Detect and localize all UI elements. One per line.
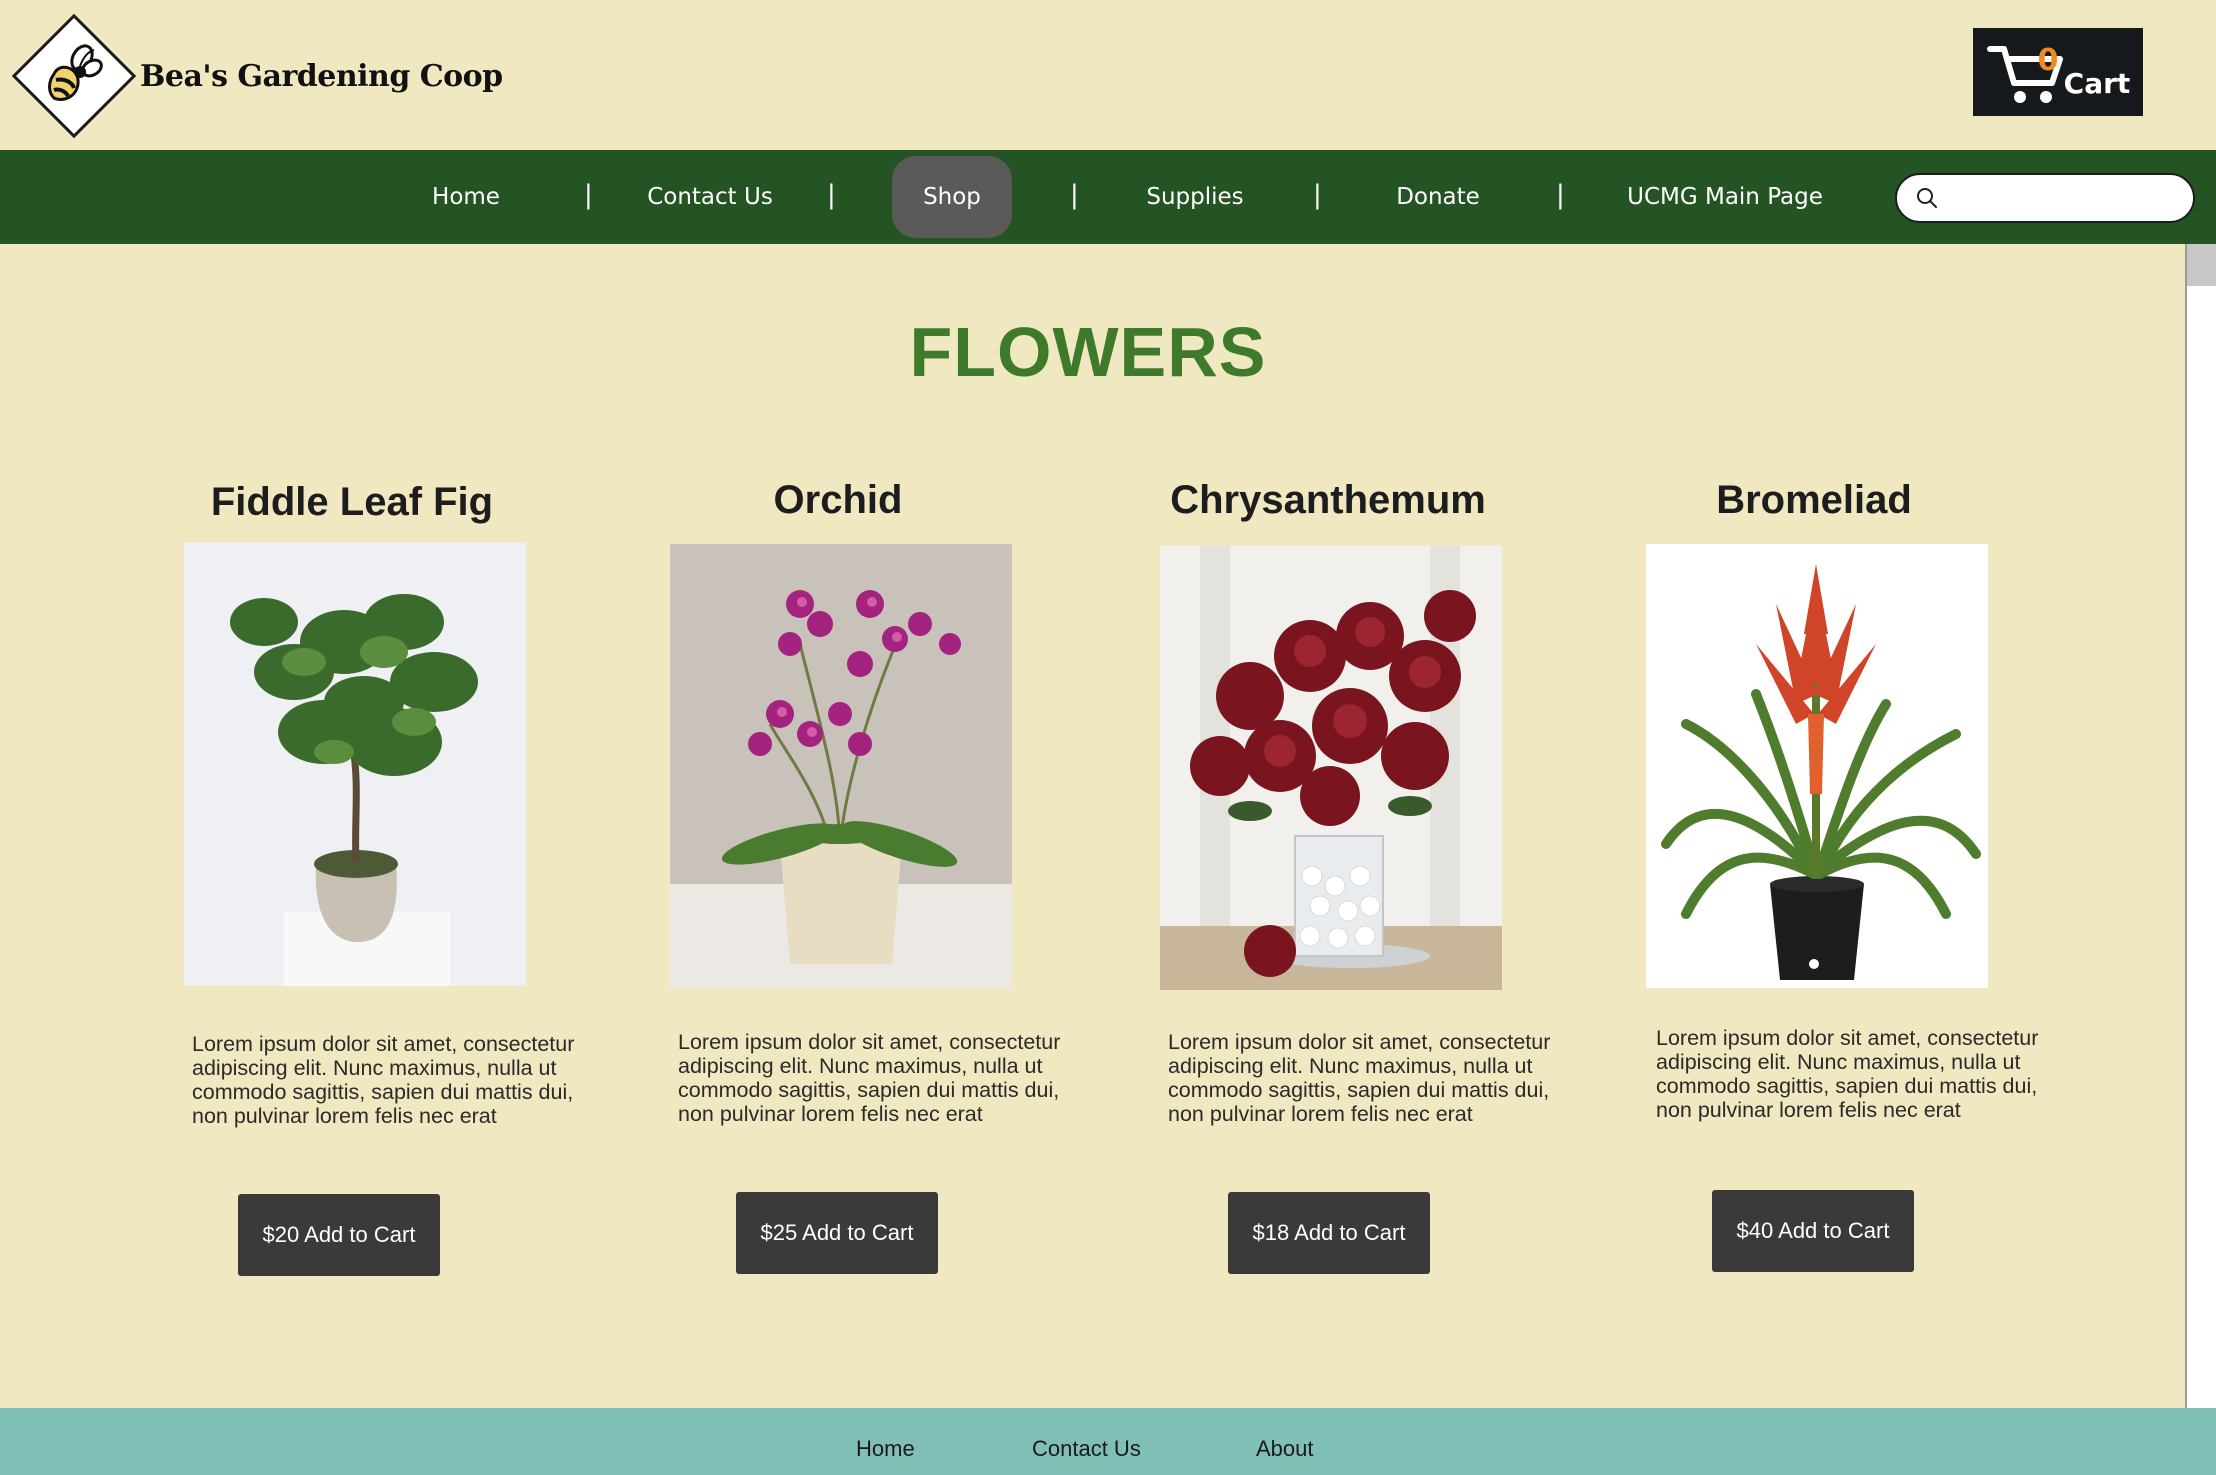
add-to-cart-button[interactable]: $18 Add to Cart	[1228, 1192, 1430, 1274]
product-description: Lorem ipsum dolor sit amet, consectetur …	[192, 1032, 575, 1128]
footer-link-contact-us[interactable]: Contact Us	[1032, 1436, 1141, 1462]
cart-label: Cart	[2063, 66, 2131, 100]
site-header: Bea's Gardening Coop 0 Cart	[0, 0, 2216, 150]
product-description: Lorem ipsum dolor sit amet, consectetur …	[1656, 1026, 2039, 1122]
cart-button[interactable]: 0 Cart	[1973, 28, 2143, 116]
nav-item-donate[interactable]: Donate	[1378, 156, 1498, 238]
site-footer: Home Contact Us About	[0, 1408, 2216, 1475]
nav-item-label: Home	[432, 184, 500, 210]
search-input[interactable]	[1949, 180, 2189, 216]
site-logo[interactable]: Bea's Gardening Coop	[11, 13, 503, 139]
footer-link-home[interactable]: Home	[856, 1436, 915, 1462]
scrollbar-thumb[interactable]	[2187, 244, 2216, 286]
product-name: Bromeliad	[1716, 478, 1912, 522]
nav-item-label: Donate	[1396, 184, 1480, 210]
nav-separator: |	[1313, 180, 1322, 210]
nav-item-supplies[interactable]: Supplies	[1130, 156, 1260, 238]
fiddle-leaf-fig-image	[184, 542, 526, 986]
product-description: Lorem ipsum dolor sit amet, consectetur …	[1168, 1030, 1551, 1126]
nav-item-ucmg-main-page[interactable]: UCMG Main Page	[1615, 156, 1835, 238]
nav-separator: |	[1556, 180, 1565, 210]
nav-item-label: Supplies	[1146, 184, 1244, 210]
nav-separator: |	[827, 180, 836, 210]
bee-logo-icon	[11, 13, 137, 139]
orchid-image	[670, 544, 1012, 988]
nav-item-label: Shop	[923, 184, 981, 210]
product-description: Lorem ipsum dolor sit amet, consectetur …	[678, 1030, 1061, 1126]
search-icon	[1917, 188, 1937, 208]
cart-count-badge: 0	[2037, 43, 2059, 78]
cart-icon: 0	[1986, 37, 2064, 107]
main-nav: Home | Contact Us | Shop | Supplies | Do…	[0, 150, 2216, 244]
nav-item-contact-us[interactable]: Contact Us	[630, 156, 790, 238]
nav-item-shop[interactable]: Shop	[892, 156, 1012, 238]
page-title: FLOWERS	[909, 313, 1267, 391]
product-name: Orchid	[773, 478, 903, 522]
bromeliad-image	[1646, 544, 1988, 988]
nav-item-label: Contact Us	[647, 184, 773, 210]
search-box[interactable]	[1895, 173, 2195, 223]
nav-separator: |	[1070, 180, 1079, 210]
footer-link-about[interactable]: About	[1256, 1436, 1314, 1462]
vertical-scrollbar[interactable]	[2185, 244, 2216, 1409]
product-name: Chrysanthemum	[1170, 478, 1486, 522]
logo-text: Bea's Gardening Coop	[140, 58, 503, 94]
nav-separator: |	[584, 180, 593, 210]
add-to-cart-button[interactable]: $40 Add to Cart	[1712, 1190, 1914, 1272]
nav-item-home[interactable]: Home	[396, 156, 536, 238]
add-to-cart-button[interactable]: $20 Add to Cart	[238, 1194, 440, 1276]
product-name: Fiddle Leaf Fig	[210, 480, 494, 524]
add-to-cart-button[interactable]: $25 Add to Cart	[736, 1192, 938, 1274]
chrysanthemum-image	[1160, 546, 1502, 990]
nav-item-label: UCMG Main Page	[1627, 184, 1823, 210]
